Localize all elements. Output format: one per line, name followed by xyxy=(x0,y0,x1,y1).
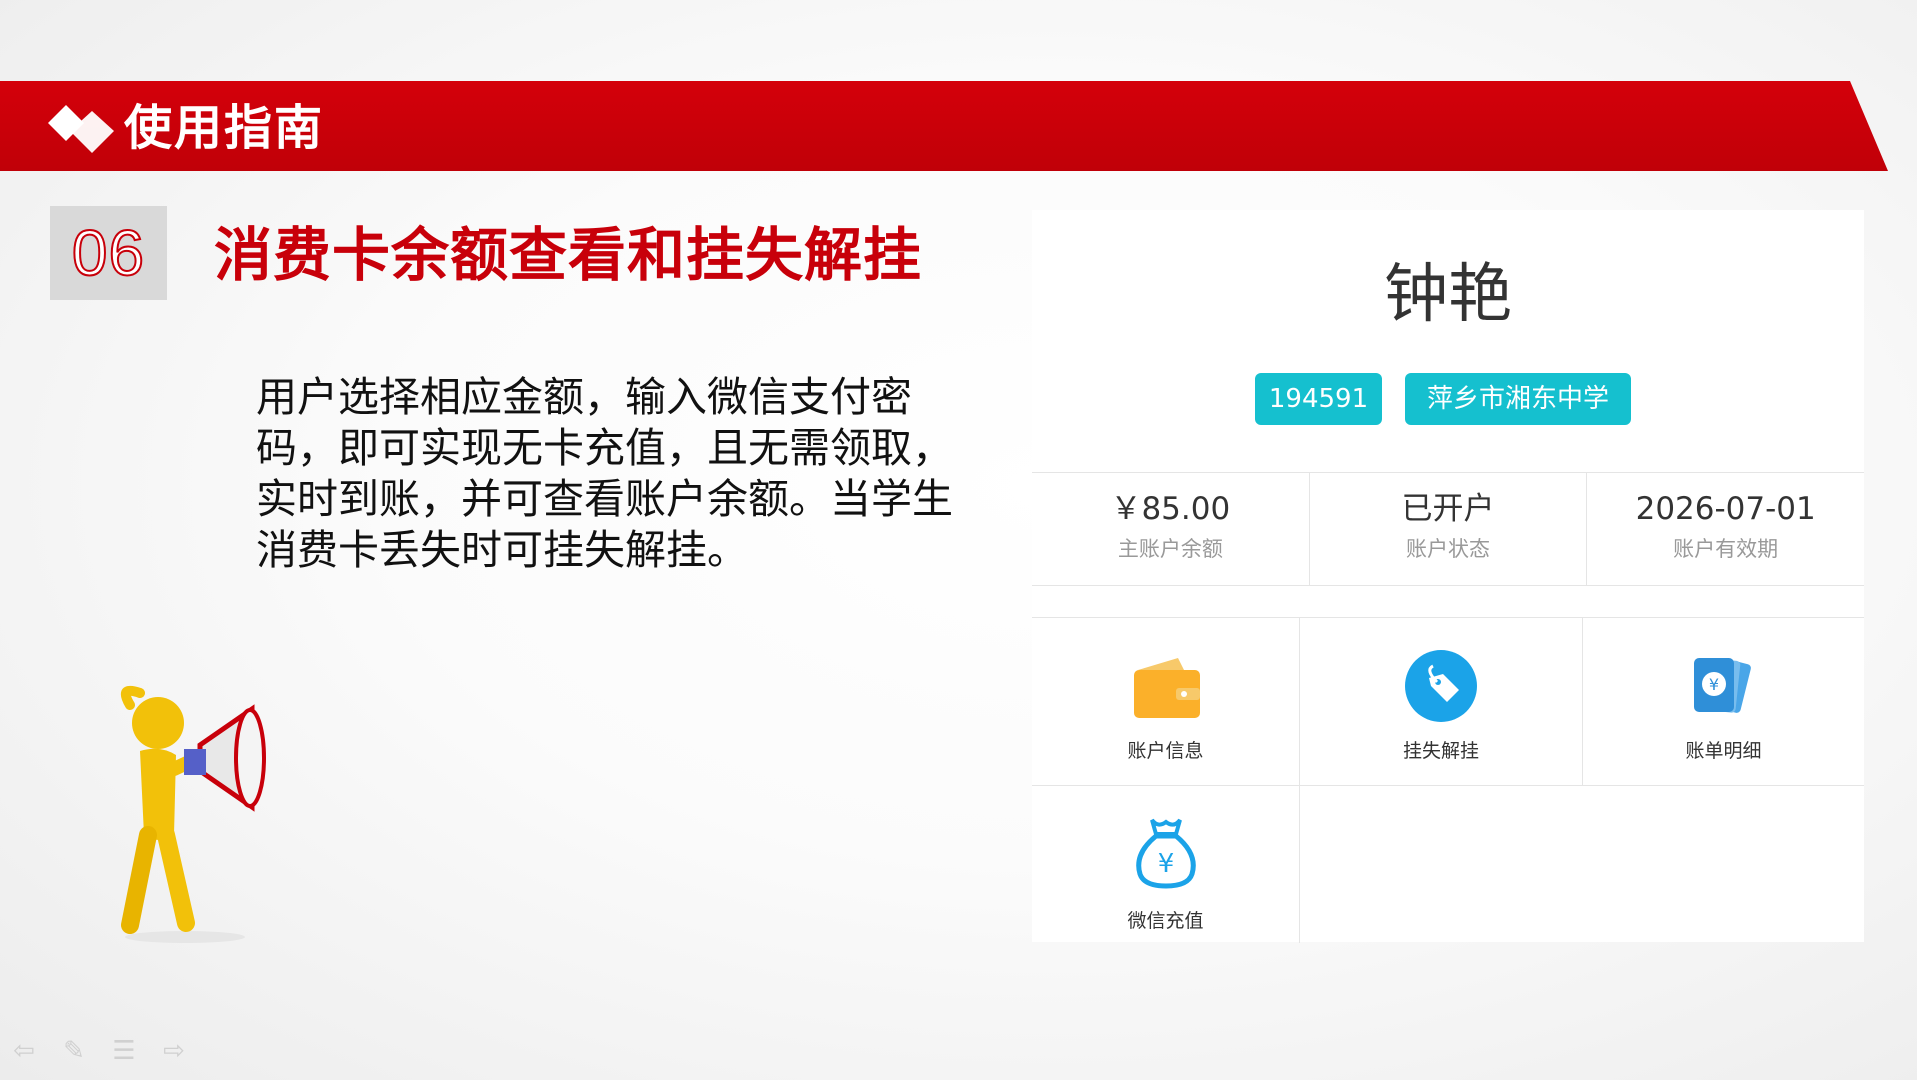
stat-value: 已开户 xyxy=(1401,491,1495,527)
menu-label: 微信充值 xyxy=(1127,910,1204,932)
menu-account-info[interactable]: 账户信息 xyxy=(1032,618,1300,786)
header-title: 使用指南 xyxy=(124,100,325,156)
student-id-tag: 194591 xyxy=(1255,373,1382,425)
svg-text:¥: ¥ xyxy=(1708,675,1718,694)
money-bag-icon: ¥ xyxy=(1135,818,1196,889)
user-name: 钟艳 xyxy=(1384,258,1512,332)
stat-label: 账户有效期 xyxy=(1673,537,1779,561)
pen-icon[interactable]: ✎ xyxy=(60,1036,88,1066)
section-number-box: 06 xyxy=(50,206,167,300)
tag-icon xyxy=(1405,650,1477,722)
menu-wechat-recharge[interactable]: ¥ 微信充值 xyxy=(1032,786,1300,943)
wechat-account-panel: 钟艳 194591 萍乡市湘东中学 ￥85.00 主账户余额 已开户 账户状态 … xyxy=(1032,210,1864,943)
wallet-icon xyxy=(1133,658,1200,718)
menu-label: 账户信息 xyxy=(1127,740,1204,762)
section-number: 06 xyxy=(71,216,146,290)
stat-expiry: 2026-07-01 账户有效期 xyxy=(1587,473,1864,585)
stat-value: ￥85.00 xyxy=(1110,491,1231,527)
menu-label: 账单明细 xyxy=(1685,740,1762,762)
menu-report-loss[interactable]: 挂失解挂 xyxy=(1300,618,1583,786)
prev-icon[interactable]: ⇦ xyxy=(10,1036,38,1066)
stat-status: 已开户 账户状态 xyxy=(1310,473,1588,585)
stat-label: 账户状态 xyxy=(1406,537,1490,561)
diamond-logo-icon xyxy=(48,105,114,153)
menu-label: 挂失解挂 xyxy=(1402,740,1479,762)
section-title: 消费卡余额查看和挂失解挂 xyxy=(214,221,923,289)
bill-icon: ¥ xyxy=(1693,658,1751,713)
menu-bill-details[interactable]: ¥ 账单明细 xyxy=(1583,618,1864,786)
slide-nav: ⇦ ✎ ☰ ⇨ xyxy=(10,1036,188,1066)
svg-text:¥: ¥ xyxy=(1157,849,1174,879)
section-description: 用户选择相应金额，输入微信支付密码，即可实现无卡充值，且无需领取，实时到账，并可… xyxy=(256,373,953,574)
stat-balance: ￥85.00 主账户余额 xyxy=(1032,473,1310,585)
account-stats: ￥85.00 主账户余额 已开户 账户状态 2026-07-01 账户有效期 xyxy=(1032,472,1864,586)
function-grid: 账户信息 挂失解挂 ¥ 账单明细 ¥ 微信充值 xyxy=(1032,617,1864,943)
next-icon[interactable]: ⇨ xyxy=(160,1036,188,1066)
menu-icon[interactable]: ☰ xyxy=(110,1036,138,1066)
megaphone-figure-icon xyxy=(120,685,266,943)
stat-label: 主账户余额 xyxy=(1117,537,1223,561)
school-tag: 萍乡市湘东中学 xyxy=(1405,373,1631,425)
stat-value: 2026-07-01 xyxy=(1635,491,1816,527)
